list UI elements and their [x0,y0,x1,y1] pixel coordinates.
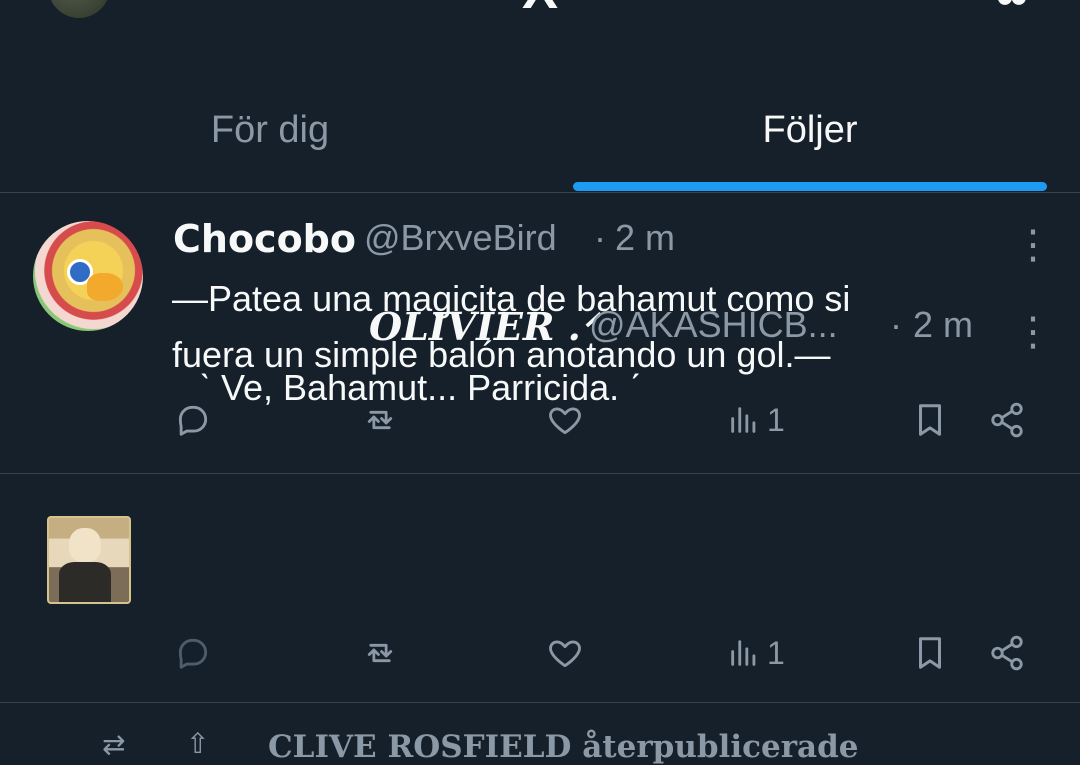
top-bar: X ✿ [0,0,1080,20]
views-count: 1 [767,635,785,671]
post-text: ˋ Ve, Bahamut... Parricida. ˊ [199,367,642,408]
post-time[interactable]: 2 m [913,304,973,346]
x-logo-icon: X [508,0,572,17]
views-button[interactable]: 1 [727,634,785,672]
repost-indicator-icon: ⇄ [102,729,126,760]
share-icon [991,635,1023,671]
meta-separator: · [890,304,902,345]
author-name[interactable]: Chocobo [173,217,356,261]
tab-following[interactable]: Följer [540,70,1080,192]
author-name[interactable]: OLIVIER .ᐟ [369,304,597,349]
author-handle[interactable]: @AKASHICB... [589,304,838,346]
up-arrow-icon: ⇧ [186,728,210,759]
views-icon [731,640,756,666]
post-time[interactable]: 2 m [615,217,675,259]
profile-avatar[interactable] [48,0,110,18]
more-icon[interactable]: ⋮ [1013,312,1053,352]
repost-label: CLIVE ROSFIELD återpublicerade [268,729,859,765]
timeline-tabs: För dig Följer [0,70,1080,193]
heart-icon [549,640,581,668]
meta-separator: · [594,217,606,258]
avatar-beak [87,273,123,301]
next-post-preview[interactable]: ⇄ ⇧ CLIVE ROSFIELD återpublicerade [0,703,1080,765]
bookmark-icon [918,637,942,669]
author-handle[interactable]: @BrxveBird [364,217,557,259]
settings-icon[interactable]: ✿ [984,0,1040,13]
repost-icon [367,643,393,663]
tab-for-you[interactable]: För dig [0,70,540,192]
active-tab-indicator [573,182,1047,191]
reply-icon [178,638,208,669]
more-icon[interactable]: ⋮ [1013,225,1053,265]
reply-button[interactable] [174,634,212,672]
avatar[interactable] [33,221,143,331]
like-button[interactable] [546,634,584,672]
share-button[interactable] [988,634,1026,672]
bookmark-button[interactable] [914,634,946,672]
repost-button[interactable] [360,634,400,672]
